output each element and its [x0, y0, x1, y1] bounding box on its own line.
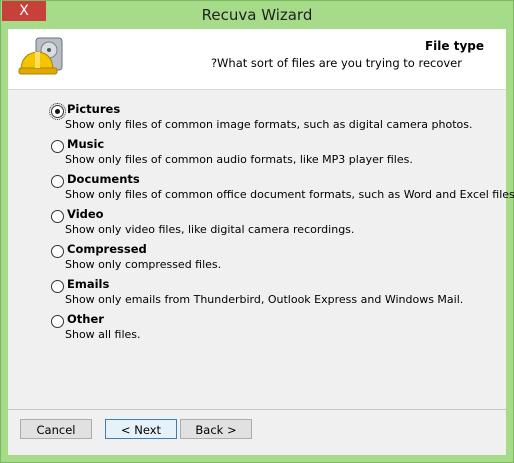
option-label[interactable]: Other — [67, 312, 104, 326]
footer-divider — [8, 409, 506, 410]
back-button[interactable]: Back > — [180, 419, 252, 439]
recuva-logo-icon — [18, 37, 63, 75]
radio-other[interactable] — [51, 315, 64, 328]
option-description: Show only files of common audio formats,… — [65, 153, 413, 166]
radio-video[interactable] — [51, 210, 64, 223]
option-music[interactable]: Music Show only files of common audio fo… — [50, 136, 490, 171]
radio-compressed[interactable] — [51, 245, 64, 258]
option-description: Show only video files, like digital came… — [65, 223, 355, 236]
radio-emails[interactable] — [51, 280, 64, 293]
option-pictures[interactable]: Pictures Show only files of common image… — [49, 101, 490, 136]
cancel-button[interactable]: Cancel — [20, 419, 92, 439]
option-description: Show only emails from Thunderbird, Outlo… — [65, 293, 464, 306]
option-other[interactable]: Other Show all files. — [50, 311, 490, 346]
wizard-header: File type ?What sort of files are you tr… — [8, 29, 506, 90]
option-label[interactable]: Emails — [67, 277, 109, 291]
recuva-wizard-window: X Recuva Wizard File type ?What sort of … — [0, 0, 514, 463]
step-subtitle: ?What sort of files are you trying to re… — [210, 56, 462, 70]
option-description: Show only files of common image formats,… — [65, 118, 473, 131]
option-label[interactable]: Video — [67, 207, 104, 221]
title-bar[interactable]: X Recuva Wizard — [1, 1, 513, 29]
option-description: Show only files of common office documen… — [65, 188, 514, 201]
option-description: Show only compressed files. — [65, 258, 222, 271]
option-label[interactable]: Compressed — [67, 242, 147, 256]
option-documents[interactable]: Documents Show only files of common offi… — [50, 171, 514, 206]
option-description: Show all files. — [65, 328, 141, 341]
option-label[interactable]: Music — [67, 137, 104, 151]
option-label[interactable]: Documents — [67, 172, 140, 186]
radio-pictures[interactable] — [49, 103, 66, 120]
option-emails[interactable]: Emails Show only emails from Thunderbird… — [50, 276, 490, 311]
wizard-body: File type ?What sort of files are you tr… — [8, 29, 514, 455]
file-type-options: Pictures Show only files of common image… — [49, 101, 514, 346]
radio-documents[interactable] — [51, 175, 64, 188]
radio-music[interactable] — [51, 140, 64, 153]
option-label[interactable]: Pictures — [67, 102, 120, 116]
option-video[interactable]: Video Show only video files, like digita… — [50, 206, 490, 241]
window-title: Recuva Wizard — [201, 6, 313, 24]
step-title: File type — [424, 39, 484, 53]
next-button[interactable]: < Next — [105, 419, 177, 439]
option-compressed[interactable]: Compressed Show only compressed files. — [50, 241, 490, 276]
